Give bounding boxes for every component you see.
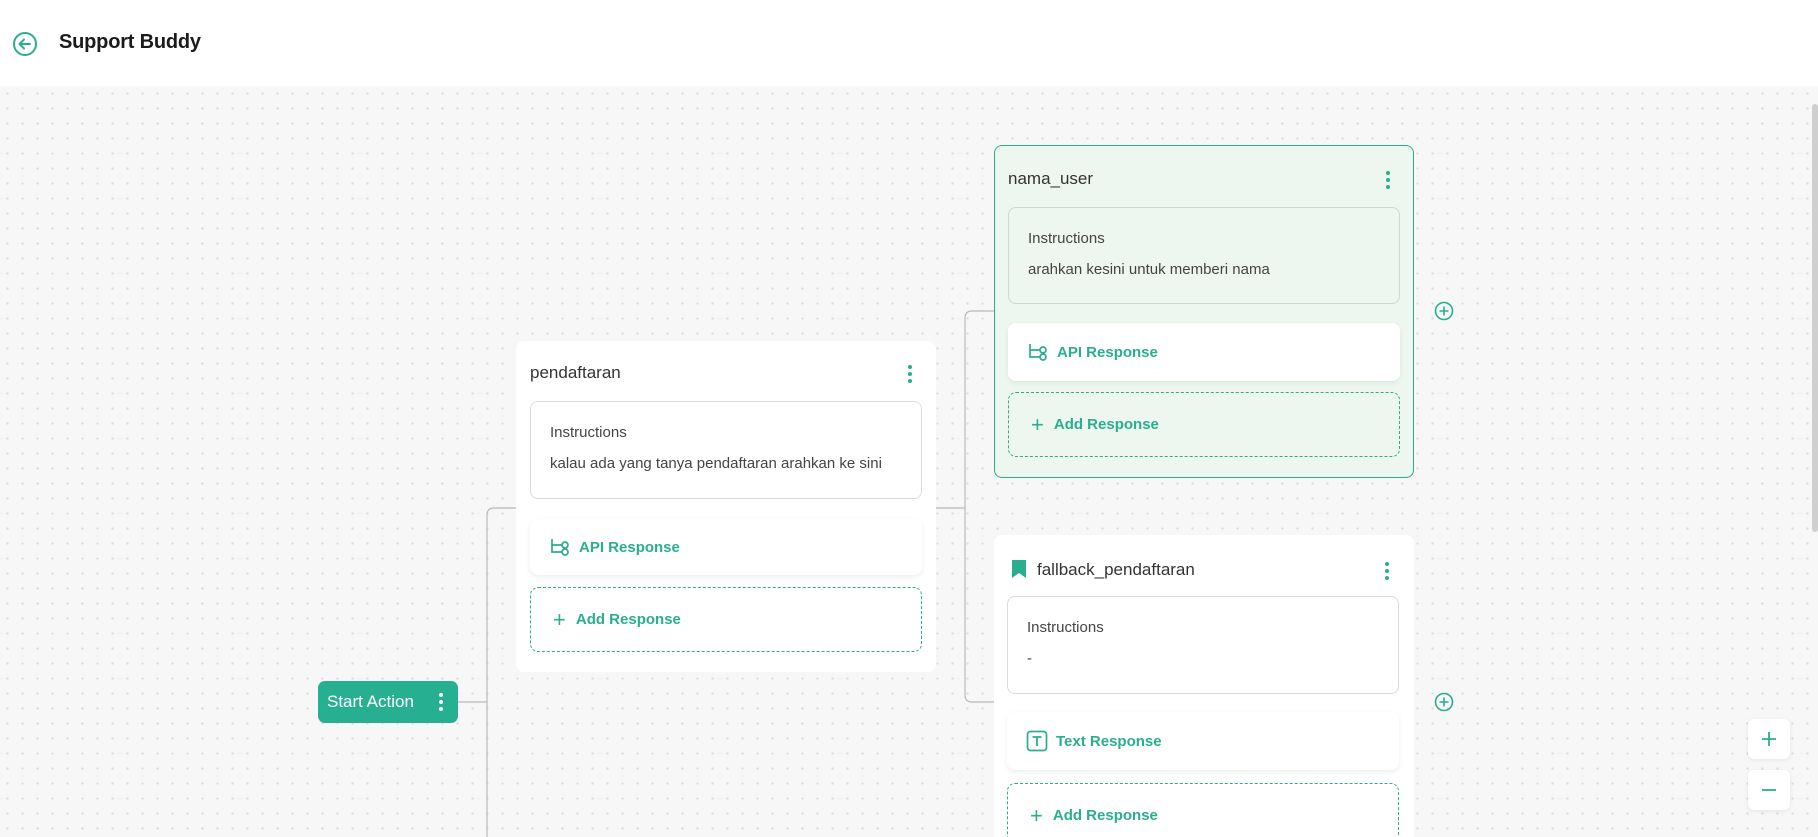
api-flow-icon (1027, 341, 1049, 363)
api-response-item[interactable]: API Response (1008, 323, 1400, 381)
add-response-label: Add Response (575, 611, 681, 628)
node-title: fallback_pendaftaran (1037, 560, 1195, 579)
text-box-icon (1026, 730, 1048, 752)
bookmark-icon (1012, 560, 1026, 578)
start-action-menu-icon[interactable] (438, 693, 444, 711)
api-flow-icon (549, 536, 571, 558)
node-fallback-pendaftaran[interactable]: fallback_pendaftaran Instructions - Text… (994, 535, 1414, 837)
add-response-button[interactable]: + Add Response (530, 587, 922, 652)
back-arrow-icon[interactable] (12, 31, 38, 57)
instructions-box[interactable]: Instructions - (1007, 596, 1399, 694)
zoom-in-button[interactable] (1748, 719, 1790, 759)
instructions-box[interactable]: Instructions kalau ada yang tanya pendaf… (530, 401, 922, 499)
add-node-plus-circle-icon[interactable] (1434, 301, 1454, 321)
add-response-button[interactable]: + Add Response (1008, 392, 1400, 457)
instructions-label: Instructions (1028, 230, 1105, 247)
start-action-label: Start Action (327, 692, 414, 711)
node-menu-icon[interactable] (1385, 171, 1391, 189)
instructions-label: Instructions (1027, 619, 1104, 636)
plus-icon: + (1030, 802, 1043, 828)
node-pendaftaran[interactable]: pendaftaran Instructions kalau ada yang … (516, 341, 936, 672)
plus-icon: + (1031, 411, 1044, 437)
node-menu-icon[interactable] (1384, 562, 1390, 580)
add-response-label: Add Response (1053, 416, 1159, 433)
text-response-item[interactable]: Text Response (1007, 712, 1399, 770)
add-node-plus-circle-icon[interactable] (1434, 692, 1454, 712)
zoom-out-button[interactable] (1748, 770, 1790, 810)
add-response-button[interactable]: + Add Response (1007, 783, 1399, 837)
plus-icon: + (553, 606, 566, 632)
instructions-text: - (1027, 650, 1032, 667)
instructions-text: arahkan kesini untuk memberi nama (1028, 261, 1270, 278)
instructions-text: kalau ada yang tanya pendaftaran arahkan… (550, 455, 882, 472)
node-nama-user[interactable]: nama_user Instructions arahkan kesini un… (994, 145, 1414, 478)
node-title: nama_user (1008, 169, 1094, 188)
instructions-label: Instructions (550, 424, 627, 441)
node-title: pendaftaran (530, 363, 621, 382)
response-label: API Response (1057, 343, 1158, 361)
page-title: Support Buddy (59, 31, 201, 53)
add-response-label: Add Response (1052, 807, 1158, 824)
response-label: Text Response (1056, 732, 1162, 750)
start-action-node[interactable]: Start Action (318, 681, 458, 723)
node-menu-icon[interactable] (907, 365, 913, 383)
api-response-item[interactable]: API Response (530, 519, 922, 575)
plus-icon (1762, 732, 1776, 746)
instructions-box[interactable]: Instructions arahkan kesini untuk member… (1008, 207, 1400, 304)
top-bar: Support Buddy (0, 0, 1818, 86)
response-label: API Response (579, 538, 680, 556)
minus-icon (1762, 789, 1776, 791)
vertical-scrollbar[interactable] (1812, 104, 1818, 532)
